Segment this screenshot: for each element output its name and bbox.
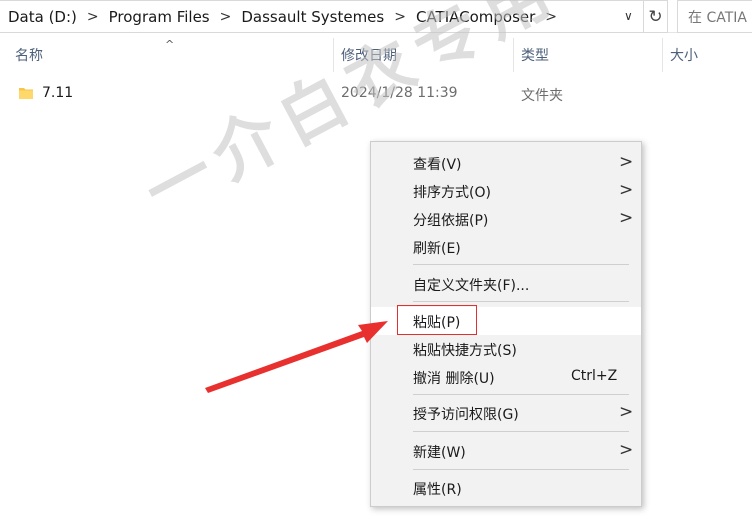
breadcrumb-separator-icon[interactable]: >: [87, 9, 99, 25]
file-name[interactable]: 7.11: [42, 85, 73, 101]
menu-item-shortcut: Ctrl+Z: [571, 368, 618, 384]
sort-ascending-icon: ^: [165, 38, 175, 51]
breadcrumb-catiacomposer[interactable]: CATIAComposer: [416, 8, 535, 26]
menu-item-refresh[interactable]: 刷新(E): [371, 233, 641, 261]
menu-item-customize-folder[interactable]: 自定义文件夹(F)...: [371, 270, 641, 298]
menu-item-paste-shortcut[interactable]: 粘贴快捷方式(S): [371, 335, 641, 363]
menu-item-label: 查看(V): [413, 157, 462, 173]
menu-separator: [413, 394, 629, 395]
menu-item-label: 撤消 删除(U): [413, 371, 495, 387]
menu-item-label: 排序方式(O): [413, 185, 491, 201]
refresh-icon: ↻: [648, 6, 663, 27]
breadcrumb-data-drive[interactable]: Data (D:): [8, 8, 77, 26]
menu-separator: [413, 301, 629, 302]
menu-item-group[interactable]: 分组依据(P) >: [371, 205, 641, 233]
search-placeholder: 在 CATIA: [688, 9, 747, 26]
menu-item-label: 授予访问权限(G): [413, 407, 519, 423]
search-input[interactable]: 在 CATIA: [677, 0, 752, 33]
submenu-chevron-icon: >: [619, 152, 634, 172]
refresh-button[interactable]: ↻: [644, 0, 668, 33]
breadcrumb-program-files[interactable]: Program Files: [109, 8, 210, 26]
column-header-date[interactable]: 修改日期: [341, 36, 397, 74]
column-divider[interactable]: [333, 38, 334, 72]
breadcrumb-separator-icon[interactable]: >: [394, 9, 406, 25]
breadcrumb-separator-icon[interactable]: >: [545, 9, 557, 25]
menu-separator: [413, 469, 629, 470]
menu-item-grant-access[interactable]: 授予访问权限(G) >: [371, 399, 641, 427]
menu-item-label: 分组依据(P): [413, 213, 489, 229]
breadcrumb[interactable]: Data (D:) > Program Files > Dassault Sys…: [0, 0, 644, 33]
menu-item-paste[interactable]: 粘贴(P): [371, 305, 641, 335]
menu-separator: [413, 264, 629, 265]
menu-item-properties[interactable]: 属性(R): [371, 474, 641, 502]
file-type: 文件夹: [521, 88, 563, 104]
folder-icon: [19, 88, 33, 99]
column-headers: 名称 修改日期 类型 大小: [0, 36, 752, 74]
column-header-name[interactable]: 名称: [15, 36, 43, 74]
breadcrumb-dassault-systemes[interactable]: Dassault Systemes: [241, 8, 384, 26]
address-dropdown-icon[interactable]: ∨: [624, 9, 633, 23]
address-bar: Data (D:) > Program Files > Dassault Sys…: [0, 0, 752, 33]
column-header-type[interactable]: 类型: [521, 36, 549, 74]
menu-separator: [413, 431, 629, 432]
menu-item-label: 粘贴(P): [413, 315, 461, 331]
file-date: 2024/1/28 11:39: [341, 85, 458, 101]
menu-item-new[interactable]: 新建(W) >: [371, 437, 641, 465]
menu-item-label: 刷新(E): [413, 241, 461, 257]
submenu-chevron-icon: >: [619, 402, 634, 422]
menu-item-label: 属性(R): [413, 482, 462, 498]
menu-item-label: 新建(W): [413, 445, 466, 461]
menu-item-sort[interactable]: 排序方式(O) >: [371, 177, 641, 205]
file-row[interactable]: 7.11 2024/1/28 11:39 文件夹: [0, 80, 752, 108]
column-divider[interactable]: [662, 38, 663, 72]
menu-item-label: 自定义文件夹(F)...: [413, 278, 530, 294]
breadcrumb-separator-icon[interactable]: >: [220, 9, 232, 25]
submenu-chevron-icon: >: [619, 440, 634, 460]
menu-item-undo-delete[interactable]: 撤消 删除(U) Ctrl+Z: [371, 363, 641, 391]
menu-item-label: 粘贴快捷方式(S): [413, 343, 517, 359]
column-divider[interactable]: [513, 38, 514, 72]
column-header-size[interactable]: 大小: [670, 36, 698, 74]
submenu-chevron-icon: >: [619, 180, 634, 200]
menu-item-view[interactable]: 查看(V) >: [371, 149, 641, 177]
context-menu: 查看(V) > 排序方式(O) > 分组依据(P) > 刷新(E) 自定义文件夹…: [370, 141, 642, 507]
submenu-chevron-icon: >: [619, 208, 634, 228]
